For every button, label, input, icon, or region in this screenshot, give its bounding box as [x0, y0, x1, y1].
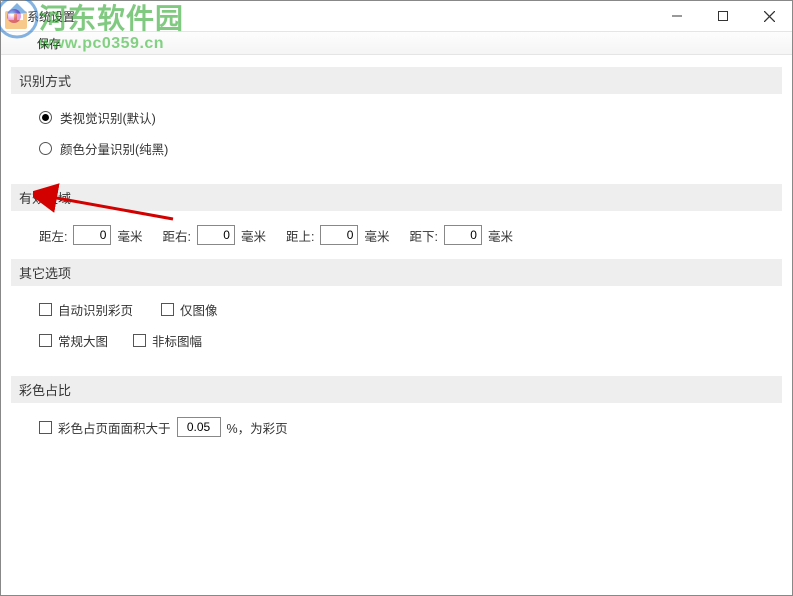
checkbox-normal-big[interactable]: 常规大图 [39, 331, 108, 350]
input-margin-left[interactable] [73, 225, 111, 245]
unit-label: 毫米 [364, 226, 389, 245]
checkbox-color-ratio[interactable]: 彩色占页面面积大于 %，为彩页 [39, 417, 288, 437]
radio-color-recognition[interactable]: 颜色分量识别(纯黑) [39, 139, 754, 158]
save-button[interactable]: 保存 [37, 35, 61, 52]
label-margin-bottom: 距下: [410, 226, 438, 245]
content-area: 识别方式 类视觉识别(默认) 颜色分量识别(纯黑) 有效区域 距左: 毫米 距右… [1, 55, 792, 475]
radio-label: 类视觉识别(默认) [60, 108, 156, 127]
section-body-area: 距左: 毫米 距右: 毫米 距上: 毫米 距下: 毫米 [11, 225, 782, 259]
checkbox-icon [39, 303, 52, 316]
input-color-ratio[interactable] [177, 417, 221, 437]
maximize-button[interactable] [700, 1, 746, 31]
checkbox-label: 彩色占页面面积大于 [58, 418, 171, 437]
checkbox-label: 自动识别彩页 [58, 300, 133, 319]
section-body-recognition: 类视觉识别(默认) 颜色分量识别(纯黑) [11, 108, 782, 184]
checkbox-auto-color[interactable]: 自动识别彩页 [39, 300, 133, 319]
section-body-other: 自动识别彩页 仅图像 常规大图 非标图幅 [11, 300, 782, 376]
checkbox-icon [39, 421, 52, 434]
radio-visual-recognition[interactable]: 类视觉识别(默认) [39, 108, 754, 127]
radio-icon [39, 142, 52, 155]
checkbox-nonstd-frame[interactable]: 非标图幅 [133, 331, 202, 350]
label-margin-left: 距左: [39, 226, 67, 245]
label-margin-right: 距右: [163, 226, 191, 245]
section-header-area: 有效区域 [11, 184, 782, 211]
radio-icon [39, 111, 52, 124]
section-header-ratio: 彩色占比 [11, 376, 782, 403]
unit-label: 毫米 [241, 226, 266, 245]
ratio-suffix: %，为彩页 [227, 418, 288, 437]
margins-row: 距左: 毫米 距右: 毫米 距上: 毫米 距下: 毫米 [39, 225, 754, 245]
unit-label: 毫米 [117, 226, 142, 245]
window-controls [654, 1, 792, 31]
close-button[interactable] [746, 1, 792, 31]
app-icon [7, 9, 21, 23]
checkbox-icon [133, 334, 146, 347]
input-margin-right[interactable] [197, 225, 235, 245]
checkbox-icon [161, 303, 174, 316]
input-margin-bottom[interactable] [444, 225, 482, 245]
input-margin-top[interactable] [320, 225, 358, 245]
checkbox-label: 常规大图 [58, 331, 108, 350]
checkbox-label: 仅图像 [180, 300, 218, 319]
unit-label: 毫米 [488, 226, 513, 245]
radio-label: 颜色分量识别(纯黑) [60, 139, 168, 158]
minimize-button[interactable] [654, 1, 700, 31]
checkbox-icon [39, 334, 52, 347]
toolbar: 保存 [1, 31, 792, 55]
label-margin-top: 距上: [286, 226, 314, 245]
checkbox-image-only[interactable]: 仅图像 [161, 300, 218, 319]
section-body-ratio: 彩色占页面面积大于 %，为彩页 [11, 417, 782, 463]
window-title: 系统设置 [27, 8, 75, 25]
checkbox-label: 非标图幅 [152, 331, 202, 350]
titlebar: 系统设置 [1, 1, 792, 31]
section-header-other: 其它选项 [11, 259, 782, 286]
section-header-recognition: 识别方式 [11, 67, 782, 94]
